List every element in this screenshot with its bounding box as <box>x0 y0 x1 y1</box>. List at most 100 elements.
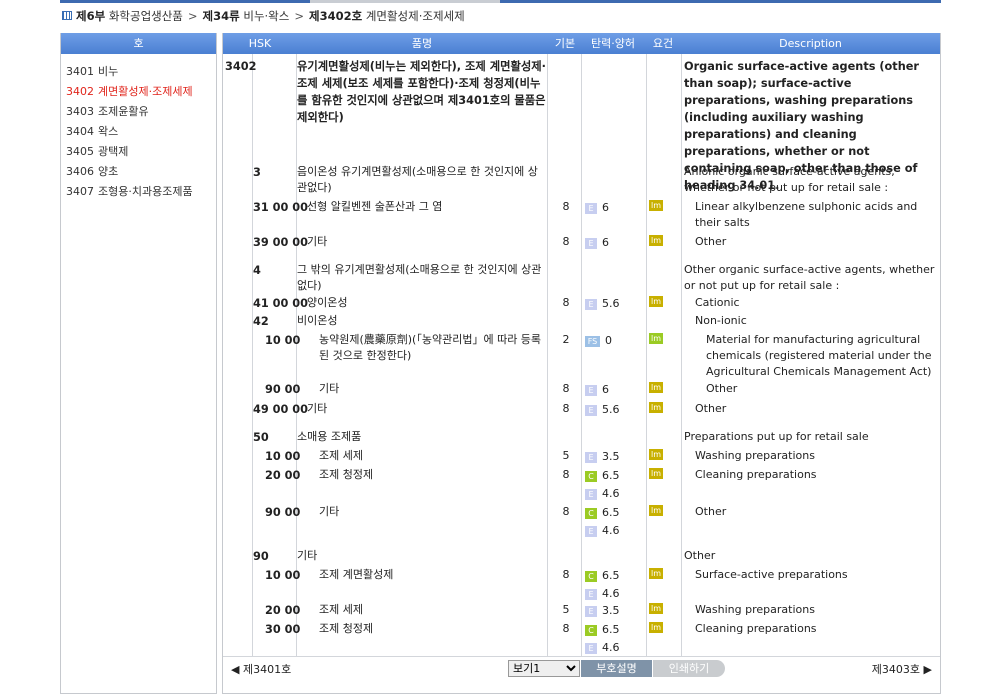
rate-type-badge[interactable]: E <box>585 451 597 463</box>
requirement-badge[interactable]: lm <box>649 382 663 393</box>
rate-type-badge[interactable]: C <box>585 570 597 582</box>
code-explanation-button[interactable]: 부호설명 <box>581 660 652 677</box>
sidebar-item-3404[interactable]: 3404 왁스 <box>66 122 216 142</box>
hsk-subcode: 39 00 00 <box>253 236 309 249</box>
breadcrumb-part-label[interactable]: 화학공업생산품 <box>109 8 183 24</box>
rate-value: 4.6 <box>602 524 620 537</box>
base-rate: 8 <box>562 505 570 518</box>
item-description-english: Preparations put up for retail sale <box>684 430 869 443</box>
hsk-subcode: 50 <box>253 431 269 444</box>
rate-type-badge[interactable]: E <box>585 642 597 654</box>
base-rate: 8 <box>562 296 570 309</box>
item-name-korean: 소매용 조제품 <box>297 430 362 443</box>
sidebar-item-3402[interactable]: 3402 계면활성제·조제세제 <box>66 82 216 102</box>
top-accent-tab <box>310 0 500 3</box>
rate-list: E 3.5 <box>585 448 620 466</box>
rate-entry: E6 <box>585 234 609 252</box>
item-name-korean: 조제 청정제 <box>319 622 374 635</box>
rate-type-badge[interactable]: E <box>585 404 597 416</box>
rate-type-badge[interactable]: E <box>585 202 597 214</box>
print-button[interactable]: 인쇄하기 <box>653 660 725 677</box>
rate-type-badge[interactable]: C <box>585 624 597 636</box>
base-rate: 8 <box>562 382 570 395</box>
breadcrumb-part[interactable]: 제6부 <box>76 8 105 24</box>
item-description-english: Other <box>684 549 716 562</box>
requirement-badge[interactable]: lm <box>649 235 663 246</box>
base-rate: 8 <box>562 568 570 581</box>
rate-entry: E6 <box>585 199 609 217</box>
sidebar-item-3405[interactable]: 3405 광택제 <box>66 142 216 162</box>
hsk-subcode: 30 00 <box>265 623 301 636</box>
rate-value: 4.6 <box>602 587 620 600</box>
rate-type-badge[interactable]: E <box>585 384 597 396</box>
column-header-base: 기본 <box>554 37 576 50</box>
item-description-english: Other <box>695 402 727 415</box>
sidebar-item-3401[interactable]: 3401 비누 <box>66 62 216 82</box>
item-name-korean: 조제 계면활성제 <box>319 568 394 581</box>
view-select[interactable]: 보기1 <box>508 660 580 677</box>
rate-type-badge[interactable]: E <box>585 237 597 249</box>
requirement-badge[interactable]: lm <box>649 468 663 479</box>
sidebar-item-3407[interactable]: 3407 조형용·치과용조제품 <box>66 182 216 202</box>
prev-heading-link[interactable]: ◀ 제3401호 <box>231 661 291 677</box>
item-description-english: Other organic surface-active agents, whe… <box>684 263 935 292</box>
base-rate: 2 <box>562 333 570 346</box>
item-description-english: Non-ionic <box>695 314 747 327</box>
rate-value: 0 <box>605 334 612 347</box>
breadcrumb-chapter-label[interactable]: 비누·왁스 <box>243 8 289 24</box>
sidebar-item-code: 3402 <box>66 85 94 98</box>
sidebar-item-3406[interactable]: 3406 양초 <box>66 162 216 182</box>
rate-value: 6.5 <box>602 569 620 582</box>
rate-value: 6.5 <box>602 469 620 482</box>
rate-value: 4.6 <box>602 487 620 500</box>
rate-type-badge[interactable]: E <box>585 605 597 617</box>
hsk-subcode: 41 00 00 <box>253 297 309 310</box>
breadcrumb-chapter[interactable]: 제34류 <box>203 8 240 24</box>
rate-entry: E 4.6 <box>585 485 620 503</box>
sidebar-item-3403[interactable]: 3403 조제윤활유 <box>66 102 216 122</box>
rate-type-badge[interactable]: E <box>585 588 597 600</box>
rate-list: E 3.5 <box>585 602 620 620</box>
rate-type-badge[interactable]: E <box>585 298 597 310</box>
item-name-korean: 조제 세제 <box>319 603 363 616</box>
requirement-badge[interactable]: lm <box>649 622 663 633</box>
item-name-korean: 음이온성 유기계면활성제(소매용으로 한 것인지에 상관없다) <box>297 165 538 194</box>
rate-type-badge[interactable]: FS <box>585 335 600 347</box>
rate-value: 4.6 <box>602 641 620 654</box>
hsk-subcode: 31 00 00 <box>253 201 309 214</box>
requirement-badge[interactable]: lm <box>649 568 663 579</box>
item-description-english: Linear alkylbenzene sulphonic acids and … <box>695 200 918 229</box>
rate-type-badge[interactable]: E <box>585 525 597 537</box>
sidebar-item-label: 비누 <box>98 65 119 78</box>
hsk-subcode: 90 00 <box>265 383 301 396</box>
rate-value: 3.5 <box>602 604 620 617</box>
column-header-hsk: HSK <box>248 37 272 50</box>
sidebar-item-code: 3404 <box>66 125 94 138</box>
rate-value: 3.5 <box>602 450 620 463</box>
rate-type-badge[interactable]: C <box>585 470 597 482</box>
rate-entry: E 4.6 <box>585 585 620 603</box>
item-description-english: Other <box>706 382 738 395</box>
item-description-english: Cationic <box>695 296 740 309</box>
requirement-badge[interactable]: lm <box>649 200 663 211</box>
item-description-english: Other <box>695 505 727 518</box>
rate-type-badge[interactable]: C <box>585 507 597 519</box>
requirement-badge[interactable]: lm <box>649 603 663 614</box>
next-heading-link[interactable]: 제3403호 ▶ <box>872 661 932 677</box>
breadcrumb-heading: 제3402호 <box>308 8 363 23</box>
requirement-badge[interactable]: lm <box>649 449 663 460</box>
requirement-badge[interactable]: lm <box>649 296 663 307</box>
rate-entry: C 6.5 <box>585 567 620 585</box>
rate-list: E 5.6 <box>585 401 620 419</box>
requirement-badge[interactable]: lm <box>649 402 663 413</box>
rate-entry: E 4.6 <box>585 639 620 657</box>
item-description-english: Washing preparations <box>695 449 815 462</box>
base-rate: 5 <box>562 603 570 616</box>
requirement-badge[interactable]: lm <box>649 333 663 344</box>
sidebar-item-code: 3403 <box>66 105 94 118</box>
rate-type-badge[interactable]: E <box>585 488 597 500</box>
rate-value: 6 <box>602 201 609 214</box>
item-name-korean: 그 밖의 유기계면활성제(소매용으로 한 것인지에 상관없다) <box>297 263 542 292</box>
hsk-subcode: 20 00 <box>265 604 301 617</box>
requirement-badge[interactable]: lm <box>649 505 663 516</box>
